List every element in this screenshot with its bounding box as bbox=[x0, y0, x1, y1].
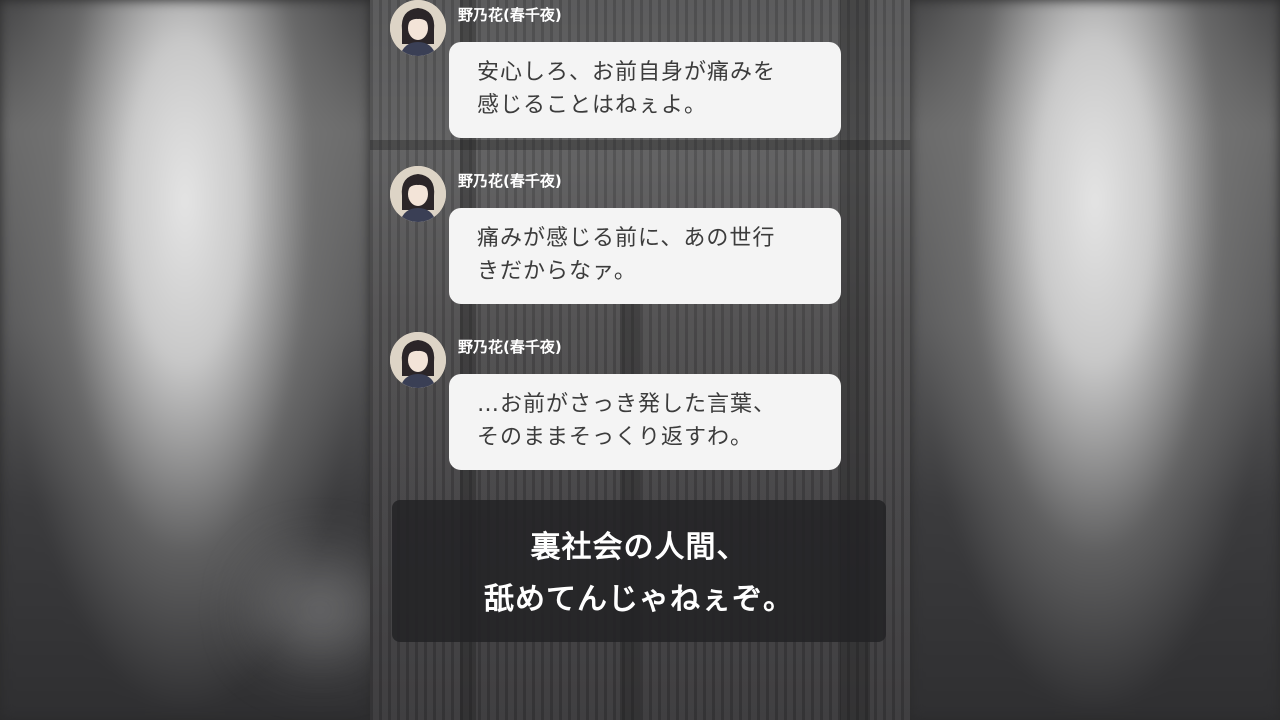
character-avatar-icon bbox=[390, 332, 446, 388]
message-line: そのままそっくり返すわ。 bbox=[477, 425, 754, 450]
sender-name: 野乃花(春千夜) bbox=[458, 172, 562, 190]
message-line: …お前がさっき発した言葉、 bbox=[477, 392, 777, 417]
caption-line: 舐めてんじゃねぇぞ。 bbox=[484, 582, 794, 617]
background-beam bbox=[370, 140, 910, 150]
message-bubble: …お前がさっき発した言葉、 そのままそっくり返すわ。 bbox=[449, 374, 841, 470]
message-line: 安心しろ、お前自身が痛みを bbox=[477, 60, 777, 85]
caption-line: 裏社会の人間、 bbox=[530, 530, 748, 565]
subtitle-caption: 裏社会の人間、 舐めてんじゃねぇぞ。 bbox=[392, 500, 886, 642]
character-avatar-icon bbox=[390, 0, 446, 56]
sender-name: 野乃花(春千夜) bbox=[458, 338, 562, 356]
message-bubble: 安心しろ、お前自身が痛みを 感じることはねぇよ。 bbox=[449, 42, 841, 138]
character-avatar-icon bbox=[390, 166, 446, 222]
video-panel: 野乃花(春千夜) 安心しろ、お前自身が痛みを 感じることはねぇよ。 野乃花(春千… bbox=[370, 0, 910, 720]
blurred-right-panel bbox=[910, 0, 1280, 720]
message-bubble: 痛みが感じる前に、あの世行 きだからなァ。 bbox=[449, 208, 841, 304]
blur-highlight bbox=[260, 560, 380, 660]
sender-name: 野乃花(春千夜) bbox=[458, 6, 562, 24]
message-line: きだからなァ。 bbox=[477, 259, 637, 284]
video-frame: 野乃花(春千夜) 安心しろ、お前自身が痛みを 感じることはねぇよ。 野乃花(春千… bbox=[0, 0, 1280, 720]
message-line: 痛みが感じる前に、あの世行 bbox=[477, 226, 776, 251]
message-line: 感じることはねぇよ。 bbox=[477, 93, 708, 118]
